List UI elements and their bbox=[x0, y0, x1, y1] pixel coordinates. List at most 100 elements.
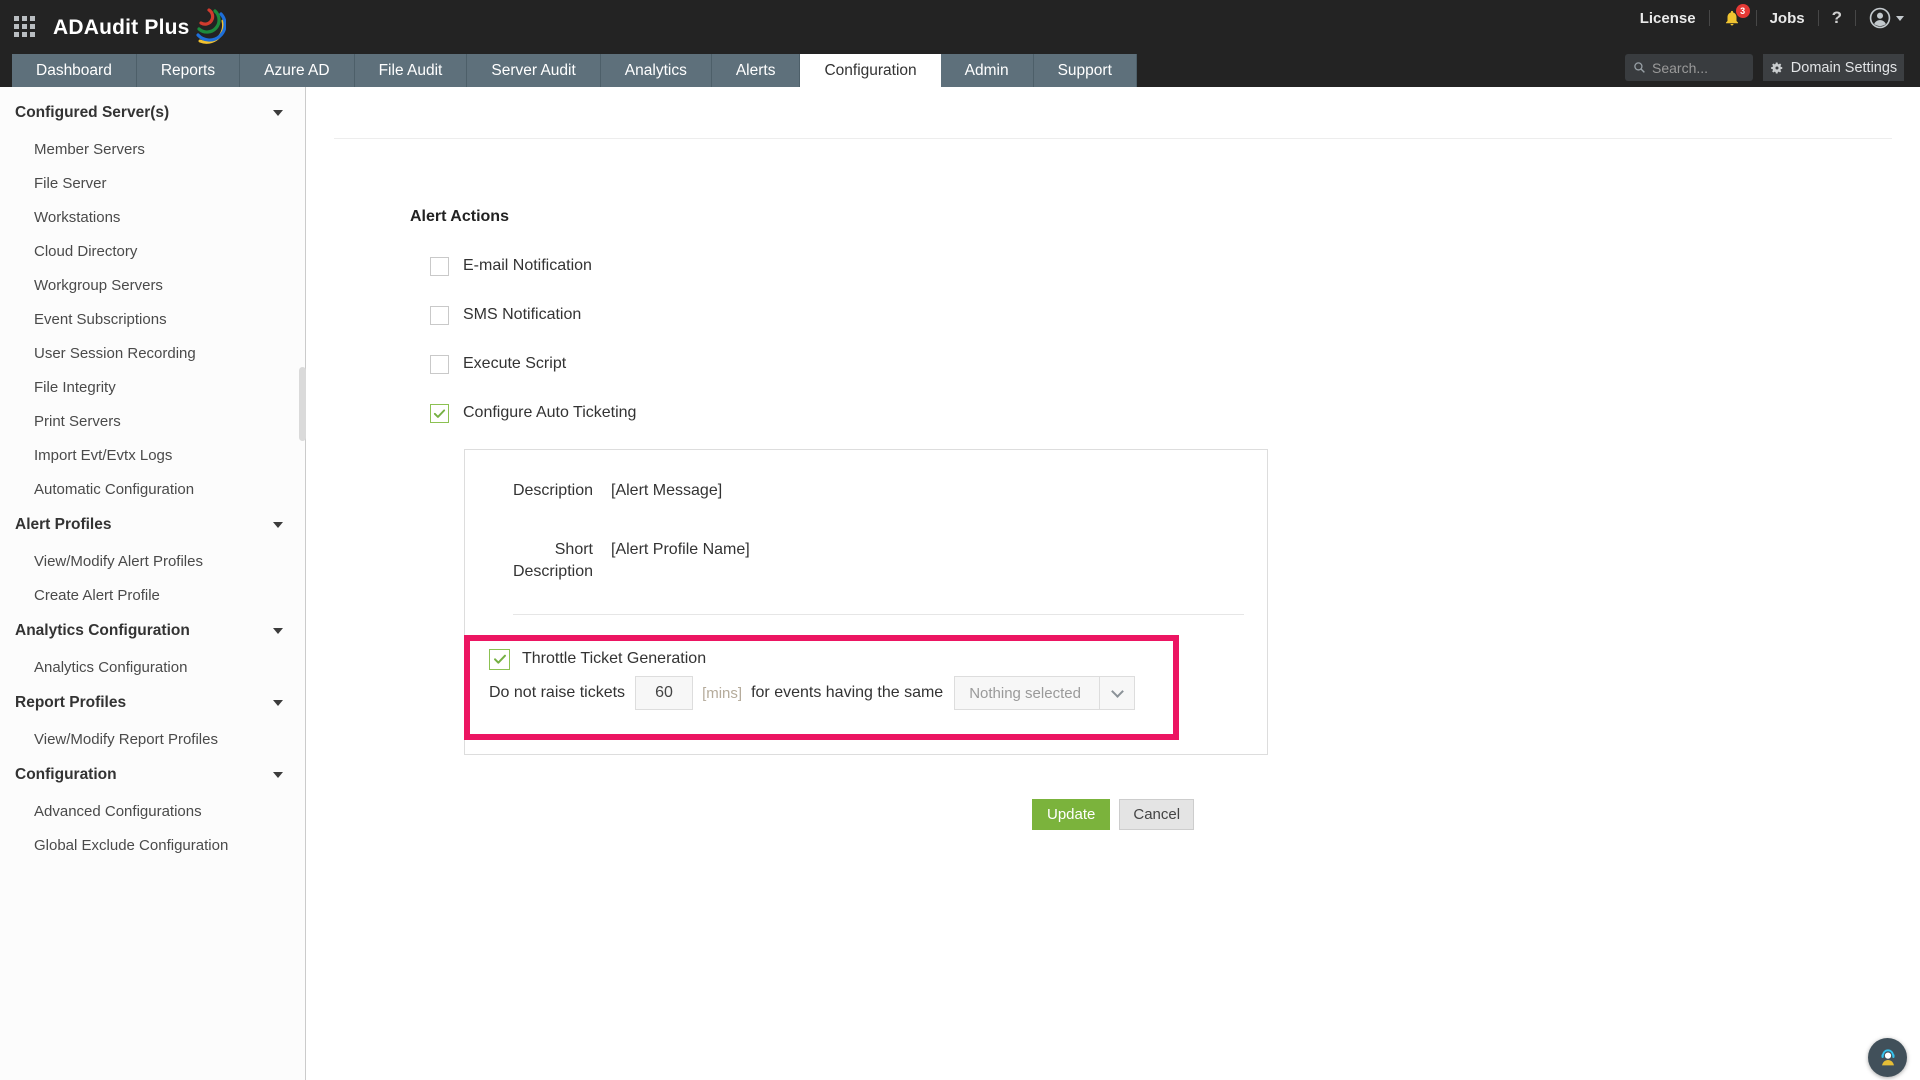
sidebar-item-create-alert-profile[interactable]: Create Alert Profile bbox=[0, 578, 305, 612]
checkbox-label: E-mail Notification bbox=[463, 257, 592, 275]
description-label: Description bbox=[501, 480, 593, 502]
divider bbox=[1855, 10, 1856, 26]
adaudit-plus-window: ADAudit Plus License 3 Jobs ? bbox=[0, 0, 1920, 1080]
sidebar-item-file-integrity[interactable]: File Integrity bbox=[0, 370, 305, 404]
section-label: Alert Profiles bbox=[15, 516, 111, 534]
configure-auto-ticketing-checkbox[interactable] bbox=[430, 404, 449, 423]
sidebar-scrollbar-handle[interactable] bbox=[299, 367, 306, 441]
section-caret-icon bbox=[273, 522, 283, 528]
section-label: Configured Server(s) bbox=[15, 104, 169, 122]
sidebar-item-cloud-directory[interactable]: Cloud Directory bbox=[0, 234, 305, 268]
content-divider bbox=[334, 138, 1892, 139]
notification-count-badge: 3 bbox=[1736, 4, 1750, 18]
support-chat-button[interactable] bbox=[1868, 1038, 1907, 1077]
email-notification-checkbox[interactable] bbox=[430, 257, 449, 276]
checkmark-icon bbox=[492, 651, 508, 667]
search-input[interactable] bbox=[1652, 60, 1745, 76]
checkmark-icon bbox=[432, 406, 447, 421]
action-row-execute-script: Execute Script bbox=[430, 353, 566, 375]
sidebar-item-import-evt-logs[interactable]: Import Evt/Evtx Logs bbox=[0, 438, 305, 472]
divider bbox=[1818, 10, 1819, 26]
sidebar-item-workstations[interactable]: Workstations bbox=[0, 200, 305, 234]
tab-dashboard[interactable]: Dashboard bbox=[12, 54, 137, 87]
throttle-sentence-prefix: Do not raise tickets bbox=[489, 684, 625, 702]
sidebar-item-event-subscriptions[interactable]: Event Subscriptions bbox=[0, 302, 305, 336]
tab-azure-ad[interactable]: Azure AD bbox=[240, 54, 354, 87]
divider bbox=[1756, 10, 1757, 26]
highlight-box: Throttle Ticket Generation Do not raise … bbox=[464, 635, 1179, 740]
app-name: ADAudit Plus bbox=[53, 16, 190, 40]
throttle-minutes-input[interactable] bbox=[635, 676, 693, 710]
domain-settings-button[interactable]: Domain Settings bbox=[1763, 54, 1904, 81]
sms-notification-checkbox[interactable] bbox=[430, 306, 449, 325]
chevron-down-icon bbox=[1896, 16, 1904, 21]
tab-alerts[interactable]: Alerts bbox=[712, 54, 801, 87]
user-menu[interactable] bbox=[1869, 7, 1904, 29]
action-row-sms: SMS Notification bbox=[430, 304, 581, 326]
tab-reports[interactable]: Reports bbox=[137, 54, 240, 87]
license-link[interactable]: License bbox=[1640, 10, 1696, 27]
logo: ADAudit Plus bbox=[53, 9, 226, 49]
domain-settings-label: Domain Settings bbox=[1791, 60, 1897, 76]
header-utility-menu: License 3 Jobs ? bbox=[1640, 6, 1904, 30]
tab-support[interactable]: Support bbox=[1034, 54, 1137, 87]
sidebar-item-global-exclude-configuration[interactable]: Global Exclude Configuration bbox=[0, 828, 305, 862]
tab-file-audit[interactable]: File Audit bbox=[355, 54, 468, 87]
global-search[interactable] bbox=[1625, 54, 1753, 81]
divider bbox=[1709, 10, 1710, 26]
search-icon bbox=[1633, 61, 1646, 74]
jobs-link[interactable]: Jobs bbox=[1770, 10, 1805, 27]
sidebar-section-report-profiles[interactable]: Report Profiles bbox=[0, 684, 305, 722]
execute-script-checkbox[interactable] bbox=[430, 355, 449, 374]
action-row-email: E-mail Notification bbox=[430, 255, 592, 277]
minutes-unit-hint: [mins] bbox=[702, 685, 742, 702]
sidebar-item-file-server[interactable]: File Server bbox=[0, 166, 305, 200]
sidebar-section-configured-servers[interactable]: Configured Server(s) bbox=[0, 94, 305, 132]
checkbox-label: Configure Auto Ticketing bbox=[463, 404, 636, 422]
user-avatar-icon bbox=[1869, 7, 1891, 29]
dropdown-toggle[interactable] bbox=[1099, 677, 1134, 709]
throttle-ticket-generation-checkbox[interactable] bbox=[489, 649, 510, 670]
sidebar-item-view-modify-alert-profiles[interactable]: View/Modify Alert Profiles bbox=[0, 544, 305, 578]
tab-server-audit[interactable]: Server Audit bbox=[467, 54, 600, 87]
sidebar-section-configuration[interactable]: Configuration bbox=[0, 756, 305, 794]
sidebar-item-automatic-configuration[interactable]: Automatic Configuration bbox=[0, 472, 305, 506]
dropdown-chevron-icon bbox=[1111, 685, 1124, 698]
throttle-label: Throttle Ticket Generation bbox=[522, 650, 706, 668]
notifications-button[interactable]: 3 bbox=[1723, 8, 1743, 28]
sidebar-item-advanced-configurations[interactable]: Advanced Configurations bbox=[0, 794, 305, 828]
sidebar-item-view-modify-report-profiles[interactable]: View/Modify Report Profiles bbox=[0, 722, 305, 756]
section-caret-icon bbox=[273, 628, 283, 634]
short-description-label: Short Description bbox=[501, 539, 593, 582]
section-label: Analytics Configuration bbox=[15, 622, 190, 640]
sidebar-item-print-servers[interactable]: Print Servers bbox=[0, 404, 305, 438]
checkbox-label: Execute Script bbox=[463, 355, 566, 373]
app-grid-icon[interactable] bbox=[14, 16, 35, 37]
sidebar-item-analytics-configuration[interactable]: Analytics Configuration bbox=[0, 650, 305, 684]
tab-admin[interactable]: Admin bbox=[941, 54, 1034, 87]
brand: ADAudit Plus bbox=[14, 9, 226, 49]
form-buttons: Update Cancel bbox=[1032, 799, 1194, 830]
update-button[interactable]: Update bbox=[1032, 799, 1110, 830]
throttle-sentence-suffix: for events having the same bbox=[751, 684, 943, 702]
header-bar: ADAudit Plus License 3 Jobs ? bbox=[0, 0, 1920, 87]
description-value: [Alert Message] bbox=[611, 480, 722, 502]
main-nav-tabs: Dashboard Reports Azure AD File Audit Se… bbox=[12, 54, 1137, 87]
section-label: Configuration bbox=[15, 766, 117, 784]
action-row-auto-ticketing: Configure Auto Ticketing bbox=[430, 402, 636, 424]
cancel-button[interactable]: Cancel bbox=[1119, 799, 1194, 830]
tab-configuration[interactable]: Configuration bbox=[800, 54, 940, 87]
tab-analytics[interactable]: Analytics bbox=[601, 54, 712, 87]
sidebar-item-user-session-recording[interactable]: User Session Recording bbox=[0, 336, 305, 370]
main-content: Alert Actions E-mail Notification SMS No… bbox=[307, 87, 1920, 1080]
sidebar-section-alert-profiles[interactable]: Alert Profiles bbox=[0, 506, 305, 544]
description-row: Description [Alert Message] bbox=[501, 480, 722, 502]
sidebar-section-analytics-configuration[interactable]: Analytics Configuration bbox=[0, 612, 305, 650]
throttle-criteria-dropdown[interactable]: Nothing selected bbox=[954, 676, 1135, 710]
sidebar-item-workgroup-servers[interactable]: Workgroup Servers bbox=[0, 268, 305, 302]
help-icon[interactable]: ? bbox=[1832, 8, 1842, 28]
gear-icon bbox=[1770, 61, 1784, 75]
sidebar-item-member-servers[interactable]: Member Servers bbox=[0, 132, 305, 166]
checkbox-label: SMS Notification bbox=[463, 306, 581, 324]
support-agent-icon bbox=[1877, 1047, 1899, 1069]
